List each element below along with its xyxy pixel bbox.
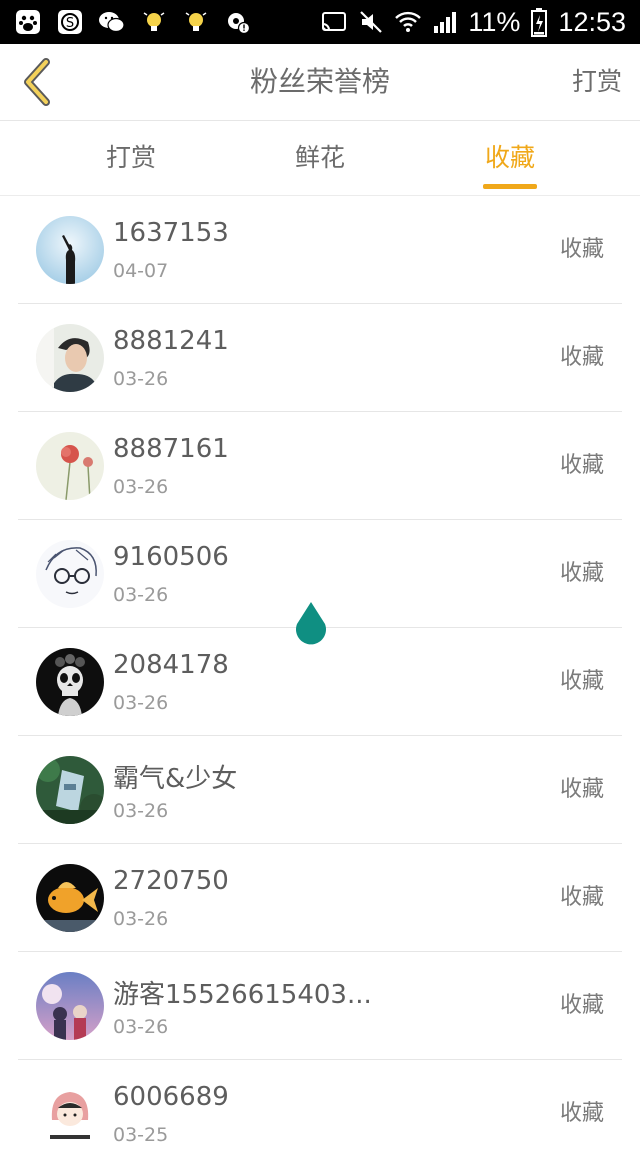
page-title: 粉丝荣誉榜 [249, 65, 390, 98]
tab-reward[interactable]: 打赏 [71, 121, 191, 195]
clock: 12:53 [558, 6, 626, 37]
baidu-paw-icon [14, 8, 42, 36]
fan-date: 03-26 [113, 1016, 169, 1038]
favorite-label: 收藏 [559, 993, 604, 1018]
active-tab-indicator [483, 184, 537, 189]
avatar [36, 864, 104, 932]
favorite-label: 收藏 [559, 237, 604, 262]
status-bar: S 11% 12:53 [0, 0, 640, 44]
signal-icon [434, 12, 457, 33]
list-item[interactable]: 8881241 03-26 收藏 [0, 304, 640, 412]
fan-date: 03-26 [113, 368, 169, 390]
cast-icon [322, 12, 347, 31]
settings-alert-icon [224, 8, 252, 36]
fan-list: 1637153 04-07 收藏 8881241 03-26 收藏 888716… [0, 196, 640, 1168]
fan-date: 03-26 [113, 692, 169, 714]
fan-name: 1637153 [113, 218, 229, 248]
wifi-icon [395, 11, 422, 32]
app-header: 粉丝荣誉榜 打赏 [0, 44, 640, 121]
fan-date: 03-26 [113, 908, 169, 930]
avatar [36, 540, 104, 608]
fan-name: 2720750 [113, 866, 229, 896]
list-item[interactable]: 游客15526615403... 03-26 收藏 [0, 952, 640, 1060]
avatar [36, 216, 104, 284]
list-item[interactable]: 1637153 04-07 收藏 [0, 196, 640, 304]
fan-name: 9160506 [113, 542, 229, 572]
list-item[interactable]: 8887161 03-26 收藏 [0, 412, 640, 520]
favorite-label: 收藏 [559, 669, 604, 694]
system-indicators: 11% 12:53 [320, 0, 626, 44]
tab-bar: 打赏 鲜花 收藏 [0, 121, 640, 196]
lightbulb-icon [182, 8, 210, 36]
water-drop-icon[interactable] [292, 600, 330, 648]
favorite-label: 收藏 [559, 561, 604, 586]
avatar [36, 648, 104, 716]
mute-icon [360, 11, 383, 33]
tab-flowers[interactable]: 鲜花 [260, 121, 380, 195]
fan-name: 8881241 [113, 326, 229, 356]
s-app-icon: S [56, 8, 84, 36]
avatar [36, 756, 104, 824]
fan-date: 03-26 [113, 584, 169, 606]
notification-icons: S [14, 8, 252, 36]
fan-name: 霸气&少女 [113, 764, 238, 794]
battery-icon [531, 8, 548, 37]
reward-button[interactable]: 打赏 [572, 44, 622, 120]
avatar [36, 324, 104, 392]
lightbulb-icon [140, 8, 168, 36]
favorite-label: 收藏 [559, 453, 604, 478]
fan-name: 游客15526615403... [113, 980, 372, 1010]
favorite-label: 收藏 [559, 345, 604, 370]
wechat-icon [98, 8, 126, 36]
list-item[interactable]: 2720750 03-26 收藏 [0, 844, 640, 952]
fan-date: 03-25 [113, 1124, 169, 1146]
fan-date: 04-07 [113, 260, 169, 282]
fan-date: 03-26 [113, 800, 169, 822]
avatar [36, 432, 104, 500]
favorite-label: 收藏 [559, 885, 604, 910]
battery-percent: 11% [468, 6, 521, 37]
favorite-label: 收藏 [559, 1101, 604, 1126]
fan-date: 03-26 [113, 476, 169, 498]
fan-name: 8887161 [113, 434, 229, 464]
favorite-label: 收藏 [559, 777, 604, 802]
list-item[interactable]: 霸气&少女 03-26 收藏 [0, 736, 640, 844]
svg-text:S: S [66, 16, 74, 31]
avatar [36, 972, 104, 1040]
fan-name: 6006689 [113, 1082, 229, 1112]
list-item[interactable]: 6006689 03-25 收藏 [0, 1060, 640, 1168]
fan-name: 2084178 [113, 650, 229, 680]
